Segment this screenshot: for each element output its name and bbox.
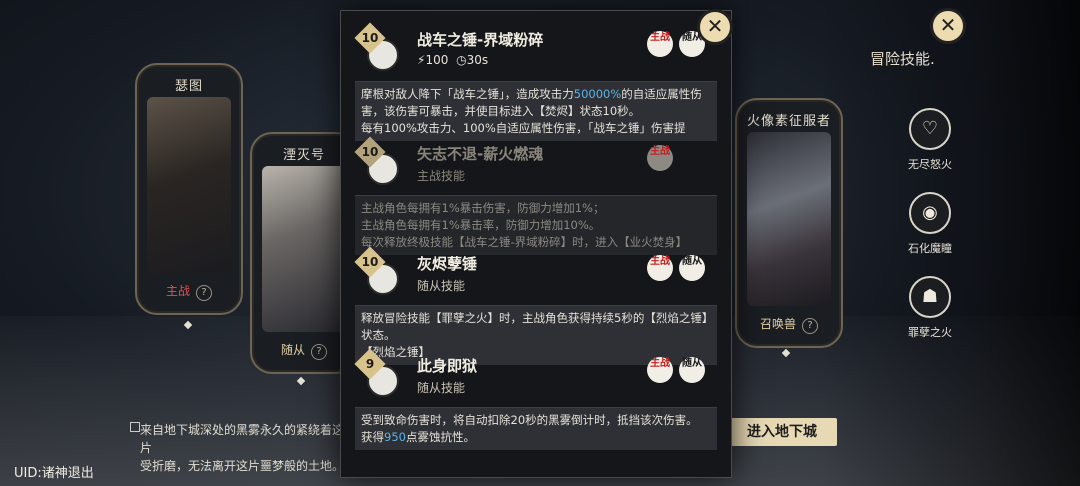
character-name: 瑟图 [174, 79, 203, 94]
heart-icon: ♡ [909, 108, 951, 150]
close-icon[interactable]: ✕ [697, 9, 733, 45]
skill-entry-3[interactable]: 10 灰烬孽锤 随从技能 主战 随从 释放冒险技能【罪孽之火】时，主战角色获得持… [354, 246, 717, 365]
character-portrait [747, 132, 831, 306]
help-icon[interactable]: ? [196, 285, 212, 301]
skill-description: 摩根对敌人降下「战车之锤」，造成攻击力50000%的自适应属性伤害，该伤害可暴击… [355, 81, 717, 141]
skill-level-badge: 10 [354, 22, 399, 71]
story-checkbox[interactable] [130, 422, 140, 432]
adventure-skill-3[interactable]: ☗ 罪孽之火 [900, 276, 960, 340]
uid-label: UID:诸神退出 [14, 466, 94, 481]
skill-entry-2[interactable]: 10 矢志不退-薪火燃魂 主战技能 主战 主战角色每拥有1%暴击伤害，防御力增加… [354, 136, 717, 255]
skill-level-badge: 9 [354, 348, 399, 397]
skill-stats: ⚡100 ◷30s [417, 53, 489, 67]
adventure-skill-label: 无尽怒火 [908, 158, 952, 171]
skill-level-badge: 10 [354, 136, 399, 185]
companion-role-tag: 随从 [679, 255, 705, 281]
skill-level-badge: 10 [354, 246, 399, 295]
skill-detail-panel: 10 战车之锤-界域粉碎 ⚡100 ◷30s 主战 随从 摩根对敌人降下「战车之… [340, 10, 732, 478]
character-portrait [147, 97, 231, 273]
character-name: 火像素征服者 [746, 114, 831, 129]
role-tag: 随从 [280, 343, 305, 357]
skill-type: 随从技能 [417, 279, 466, 293]
story-line: 受折磨，无法离开这片噩梦般的土地。 [140, 459, 345, 473]
adventure-skill-label: 石化魔瞳 [908, 242, 952, 255]
close-icon[interactable]: ✕ [930, 8, 966, 44]
role-tag: 召唤兽 [759, 317, 796, 331]
skill-type: 主战技能 [417, 169, 466, 183]
character-card-1[interactable]: 瑟图 主战? [135, 63, 243, 315]
adventure-skills-title: 冒险技能. [870, 50, 935, 68]
skill-title: 灰烬孽锤 [417, 255, 478, 273]
story-text: 来自地下城深处的黑雾永久的紧绕着这片 受折磨，无法离开这片噩梦般的土地。 [140, 421, 350, 475]
skill-title: 战车之锤-界域粉碎 [417, 31, 544, 49]
character-card-3[interactable]: 火像素征服者 召唤兽? [735, 98, 843, 348]
adventure-skill-1[interactable]: ♡ 无尽怒火 [900, 108, 960, 172]
skill-title: 矢志不退-薪火燃魂 [417, 145, 544, 163]
help-icon[interactable]: ? [311, 344, 327, 360]
story-line: 来自地下城深处的黑雾永久的紧绕着这片 [140, 423, 345, 455]
clock-icon: ◷ [456, 53, 467, 67]
companion-role-tag: 随从 [679, 357, 705, 383]
skill-description: 主战角色每拥有1%暴击伤害，防御力增加1%； 主战角色每拥有1%暴击率，防御力增… [355, 195, 717, 255]
role-tag: 主战 [165, 284, 190, 298]
demon-icon: ☗ [909, 276, 951, 318]
main-role-tag: 主战 [647, 255, 673, 281]
main-role-tag: 主战 [647, 357, 673, 383]
skill-entry-1[interactable]: 10 战车之锤-界域粉碎 ⚡100 ◷30s 主战 随从 摩根对敌人降下「战车之… [354, 22, 717, 141]
skill-title: 此身即狱 [417, 357, 478, 375]
main-role-tag: 主战 [647, 145, 673, 171]
eye-icon: ◉ [909, 192, 951, 234]
main-role-tag: 主战 [647, 31, 673, 57]
skill-entry-4[interactable]: 9 此身即狱 随从技能 主战 随从 受到致命伤害时，将自动扣除20秒的黑雾倒计时… [354, 348, 717, 450]
help-icon[interactable]: ? [802, 318, 818, 334]
skill-type: 随从技能 [417, 381, 466, 395]
enter-dungeon-button[interactable]: 进入地下城 [727, 418, 837, 446]
character-portrait [262, 166, 346, 332]
adventure-skill-2[interactable]: ◉ 石化魔瞳 [900, 192, 960, 256]
skill-description: 受到致命伤害时，将自动扣除20秒的黑雾倒计时，抵挡该次伤害。 获得950点雾蚀抗… [355, 407, 717, 450]
adventure-skill-label: 罪孽之火 [908, 326, 952, 339]
